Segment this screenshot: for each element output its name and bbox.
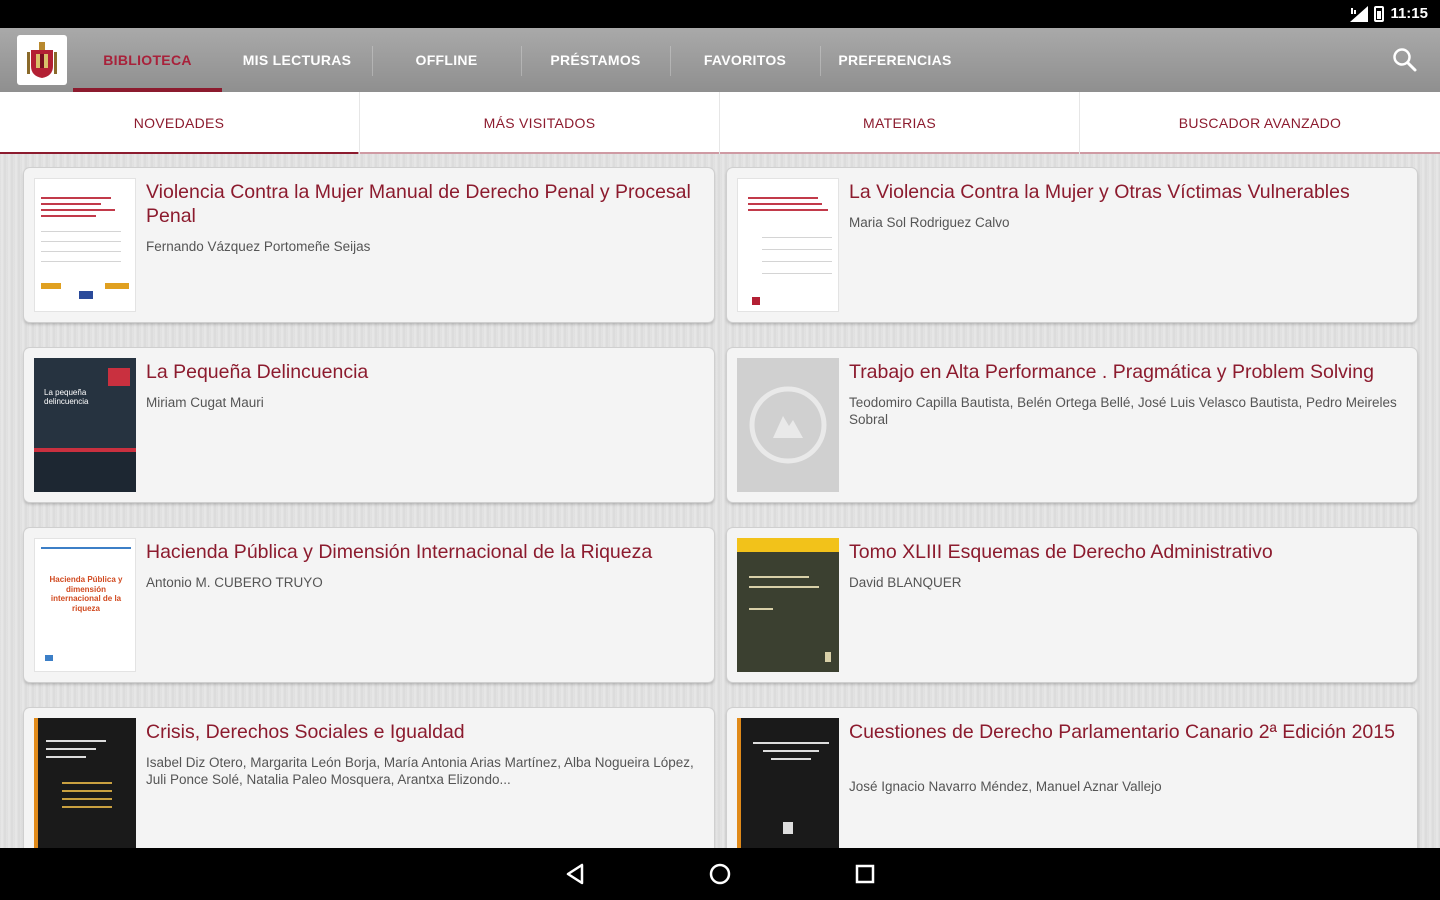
sub-tab-buscador-avanzado[interactable]: BUSCADOR AVANZADO: [1080, 92, 1440, 154]
recents-icon[interactable]: [851, 860, 879, 888]
book-title: La Violencia Contra la Mujer y Otras Víc…: [849, 181, 1350, 203]
book-title: Hacienda Pública y Dimensión Internacion…: [146, 541, 653, 563]
sub-tab-materias[interactable]: MATERIAS: [720, 92, 1079, 154]
book-title: Cuestiones de Derecho Parlamentario Cana…: [849, 721, 1395, 743]
search-icon[interactable]: [1392, 47, 1418, 73]
book-author: José Ignacio Navarro Méndez, Manuel Azna…: [849, 779, 1162, 794]
coat-of-arms-icon: [27, 42, 57, 78]
book-title: Crisis, Derechos Sociales e Igualdad: [146, 721, 465, 743]
book-author: Antonio M. CUBERO TRUYO: [146, 575, 323, 590]
signal-icon: [1350, 5, 1369, 22]
book-card[interactable]: La pequeña delincuencia La Pequeña Delin…: [24, 348, 714, 502]
book-cover: [34, 718, 136, 848]
tab-favoritos[interactable]: FAVORITOS: [670, 28, 820, 92]
book-card[interactable]: Hacienda Pública y dimensión internacion…: [24, 528, 714, 682]
book-author: Fernando Vázquez Portomeñe Seijas: [146, 239, 371, 254]
book-card[interactable]: Trabajo en Alta Performance . Pragmática…: [727, 348, 1417, 502]
book-title: La Pequeña Delincuencia: [146, 361, 369, 383]
system-nav-bar: [0, 848, 1440, 900]
tab-prestamos[interactable]: PRÉSTAMOS: [521, 28, 670, 92]
tab-offline[interactable]: OFFLINE: [372, 28, 521, 92]
book-list: Violencia Contra la Mujer Manual de Dere…: [0, 154, 1440, 848]
tab-biblioteca[interactable]: BIBLIOTECA: [73, 28, 222, 92]
cover-text: Hacienda Pública y dimensión internacion…: [49, 575, 123, 613]
battery-icon: [1374, 5, 1385, 22]
app-logo[interactable]: [17, 35, 67, 85]
status-icons: 11:15: [1350, 5, 1428, 22]
book-card[interactable]: Tomo XLIII Esquemas de Derecho Administr…: [727, 528, 1417, 682]
tab-preferencias[interactable]: PREFERENCIAS: [820, 28, 970, 92]
image-placeholder-icon: [749, 386, 827, 464]
home-icon[interactable]: [706, 860, 734, 888]
book-card[interactable]: Cuestiones de Derecho Parlamentario Cana…: [727, 708, 1417, 848]
book-card[interactable]: La Violencia Contra la Mujer y Otras Víc…: [727, 168, 1417, 322]
book-card[interactable]: Crisis, Derechos Sociales e Igualdad Isa…: [24, 708, 714, 848]
status-time: 11:15: [1390, 5, 1428, 22]
book-author: Miriam Cugat Mauri: [146, 395, 264, 410]
book-cover-placeholder: [737, 358, 839, 492]
book-cover: [737, 538, 839, 672]
status-bar: 11:15: [0, 0, 1440, 28]
book-cover: [737, 718, 839, 848]
cover-text: La pequeña delincuencia: [44, 388, 89, 406]
sub-tab-mas-visitados[interactable]: MÁS VISITADOS: [360, 92, 719, 154]
app-bar: BIBLIOTECA MIS LECTURAS OFFLINE PRÉSTAMO…: [0, 28, 1440, 92]
tab-mis-lecturas[interactable]: MIS LECTURAS: [222, 28, 372, 92]
sub-tab-novedades[interactable]: NOVEDADES: [0, 92, 358, 156]
book-author: Teodomiro Capilla Bautista, Belén Ortega…: [849, 395, 1397, 427]
book-cover: Hacienda Pública y dimensión internacion…: [34, 538, 136, 672]
book-author: David BLANQUER: [849, 575, 962, 590]
book-author: Isabel Diz Otero, Margarita León Borja, …: [146, 755, 694, 787]
book-cover: [34, 178, 136, 312]
book-title: Violencia Contra la Mujer Manual de Dere…: [146, 181, 691, 227]
book-cover: La pequeña delincuencia: [34, 358, 136, 492]
book-card[interactable]: Violencia Contra la Mujer Manual de Dere…: [24, 168, 714, 322]
book-title: Trabajo en Alta Performance . Pragmática…: [849, 361, 1374, 383]
book-cover: [737, 178, 839, 312]
back-icon[interactable]: [562, 860, 590, 888]
book-title: Tomo XLIII Esquemas de Derecho Administr…: [849, 541, 1273, 563]
sub-tabs: NOVEDADES MÁS VISITADOS MATERIAS BUSCADO…: [0, 92, 1440, 156]
book-author: Maria Sol Rodriguez Calvo: [849, 215, 1010, 230]
